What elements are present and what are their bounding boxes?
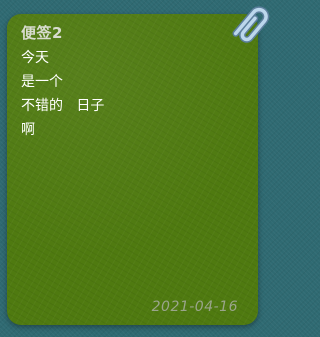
- paperclip-icon: [229, 2, 275, 48]
- note-title: 便签2: [21, 24, 63, 42]
- note-line: 不错的 日子: [21, 98, 105, 114]
- note-line: 是一个: [21, 74, 63, 90]
- paperclip-icon-graphic: [232, 6, 270, 43]
- sticky-note[interactable]: 便签2 今天 是一个 不错的 日子 啊 2021-04-16: [7, 14, 258, 325]
- note-line: 啊: [21, 122, 35, 138]
- note-date: 2021-04-16: [151, 299, 238, 315]
- note-content[interactable]: 今天 是一个 不错的 日子 啊: [21, 46, 241, 142]
- note-line: 今天: [21, 50, 49, 66]
